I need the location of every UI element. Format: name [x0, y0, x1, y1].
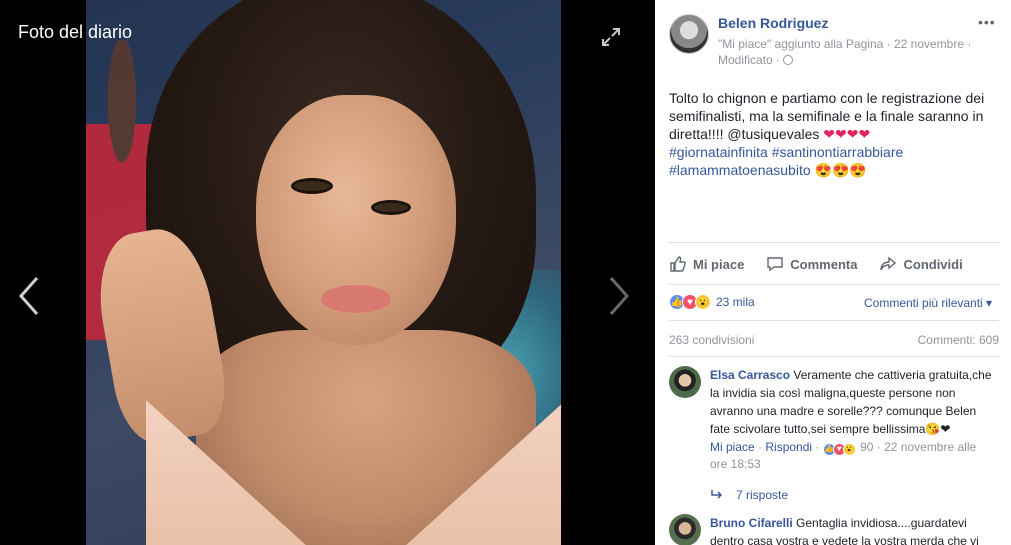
- like-button[interactable]: Mi piace: [669, 253, 744, 275]
- reactions-summary[interactable]: 👍 ♥ 😮 23 mila: [669, 294, 755, 310]
- avatar[interactable]: [669, 14, 709, 54]
- expand-icon[interactable]: [600, 26, 622, 48]
- view-replies-link[interactable]: 7 risposte: [710, 488, 788, 502]
- comment-content: Elsa Carrasco Veramente che cattiveria g…: [710, 366, 995, 438]
- eye-right: [371, 200, 411, 215]
- comment-label: Commenta: [790, 256, 858, 272]
- comment-body: Bruno Cifarelli Gentaglia invidiosa....g…: [710, 514, 995, 545]
- share-icon: [880, 256, 897, 271]
- post-counts: 263 condivisioni Commenti: 609: [669, 333, 999, 347]
- chevron-right-icon[interactable]: [608, 276, 630, 316]
- share-button[interactable]: Condividi: [879, 253, 963, 275]
- like-label: Mi piace: [693, 256, 745, 272]
- hashtag-link[interactable]: #lamammatoenasubito: [669, 162, 811, 178]
- comment-reply-button[interactable]: Rispondi: [765, 440, 812, 454]
- more-options-icon[interactable]: •••: [978, 14, 996, 30]
- comment-icon: [767, 257, 783, 272]
- comment-content: Bruno Cifarelli Gentaglia invidiosa....g…: [710, 514, 995, 545]
- post-text: Tolto lo chignon e partiamo con le regis…: [669, 89, 999, 179]
- comment-item: Elsa Carrasco Veramente che cattiveria g…: [669, 366, 999, 484]
- chevron-left-icon[interactable]: [18, 276, 40, 316]
- wow-reaction-icon: 😮: [695, 294, 711, 310]
- avatar[interactable]: [669, 366, 701, 398]
- comment-author[interactable]: Bruno Cifarelli: [710, 516, 793, 530]
- comment-button[interactable]: Commenta: [766, 253, 857, 275]
- divider: [669, 242, 999, 243]
- comments-sort-dropdown[interactable]: Commenti più rilevanti ▾: [864, 296, 992, 310]
- edited-label[interactable]: Modificato ·: [718, 53, 780, 67]
- divider: [669, 284, 999, 285]
- hearts-emoji: ❤❤❤❤: [823, 126, 871, 142]
- photo-viewer: Foto del diario: [0, 0, 655, 545]
- globe-icon: [783, 55, 794, 65]
- post-panel: Belen Rodriguez "Mi piace" aggiunto alla…: [655, 0, 1011, 545]
- comment-item: Bruno Cifarelli Gentaglia invidiosa....g…: [669, 514, 999, 545]
- comments-count: Commenti: 609: [917, 333, 999, 347]
- thumbs-up-icon: [670, 256, 686, 272]
- comment-body: Elsa Carrasco Veramente che cattiveria g…: [710, 366, 995, 472]
- share-label: Condividi: [903, 256, 963, 272]
- hashtag-link[interactable]: #giornatainfinita: [669, 144, 768, 160]
- eye-left: [291, 178, 333, 194]
- avatar[interactable]: [669, 514, 701, 545]
- post-meta: "Mi piace" aggiunto alla Pagina · 22 nov…: [718, 36, 978, 68]
- divider: [669, 320, 999, 321]
- replies-count: 7 risposte: [736, 488, 789, 502]
- heart-eyes-emoji: 😍😍😍: [814, 162, 867, 178]
- shares-count[interactable]: 263 condivisioni: [669, 333, 754, 347]
- comment-author[interactable]: Elsa Carrasco: [710, 368, 790, 382]
- wow-reaction-icon: 😮: [842, 442, 856, 456]
- reactions-count: 23 mila: [716, 295, 755, 309]
- post-photo[interactable]: [86, 0, 561, 545]
- viewer-title: Foto del diario: [18, 22, 133, 42]
- post-author[interactable]: Belen Rodriguez: [718, 15, 828, 31]
- comment-reaction-count[interactable]: 90: [860, 440, 873, 454]
- lips: [321, 285, 391, 313]
- divider: [669, 356, 999, 357]
- comment-like-button[interactable]: Mi piace: [710, 440, 755, 454]
- comment-meta: Mi piace · Rispondi · 👍 ♥ 😮 90 · 22 novemb…: [710, 440, 977, 471]
- post-meta-line2: Modificato ·: [718, 52, 978, 68]
- post-meta-line1: "Mi piace" aggiunto alla Pagina · 22 nov…: [718, 37, 972, 51]
- hashtag-link[interactable]: #santinontiarrabbiare: [772, 144, 904, 160]
- post-actions: Mi piace Commenta Condividi: [669, 253, 999, 275]
- reply-arrow-icon: [711, 490, 723, 499]
